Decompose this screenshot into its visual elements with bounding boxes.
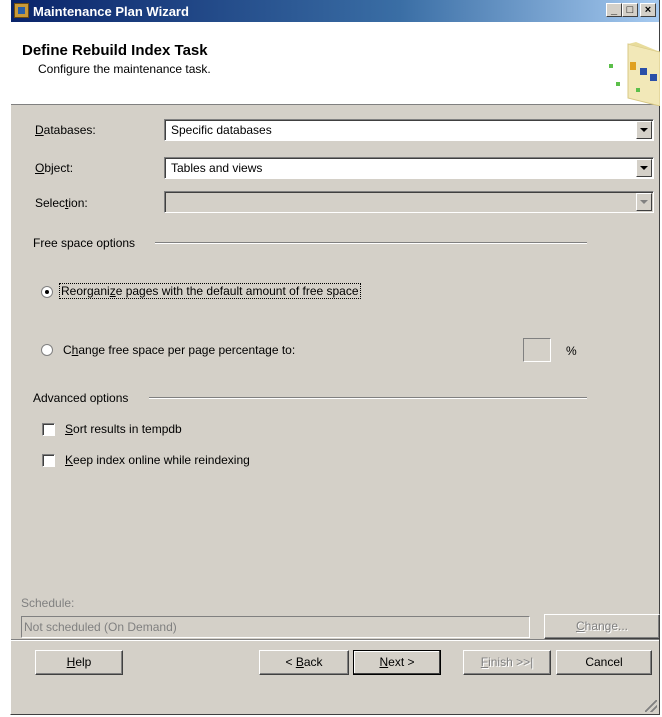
keep-online-label[interactable]: Keep index online while reindexing xyxy=(65,453,250,467)
chevron-down-icon[interactable] xyxy=(636,121,652,139)
page-title: Define Rebuild Index Task xyxy=(22,42,208,59)
title-bar[interactable]: Maintenance Plan Wizard _ □ × xyxy=(11,0,659,22)
percent-symbol: % xyxy=(566,344,577,358)
object-combo[interactable]: Tables and views xyxy=(164,157,654,179)
selection-combo xyxy=(164,191,654,213)
databases-combo[interactable]: Specific databases xyxy=(164,119,654,141)
finish-button: Finish >>| xyxy=(463,650,551,675)
schedule-value: Not scheduled (On Demand) xyxy=(24,620,177,634)
schedule-field: Not scheduled (On Demand) xyxy=(21,616,530,638)
sort-tempdb-checkbox[interactable] xyxy=(42,423,55,436)
databases-label: Databases: xyxy=(35,123,96,137)
change-free-space-label[interactable]: Change free space per page percentage to… xyxy=(63,343,295,357)
reorganize-label[interactable]: Reorganize pages with the default amount… xyxy=(59,283,361,299)
maximize-button[interactable]: □ xyxy=(622,3,638,17)
next-button[interactable]: Next > xyxy=(353,650,441,675)
wizard-header: Define Rebuild Index Task Configure the … xyxy=(11,22,660,106)
chevron-down-icon[interactable] xyxy=(636,159,652,177)
button-separator xyxy=(11,639,659,641)
databases-value: Specific databases xyxy=(171,123,272,137)
chevron-down-icon xyxy=(636,193,652,211)
reorganize-radio[interactable] xyxy=(41,286,53,298)
minimize-button[interactable]: _ xyxy=(606,3,622,17)
page-subtitle: Configure the maintenance task. xyxy=(38,62,211,76)
back-button[interactable]: < Back xyxy=(259,650,349,675)
selection-label: Selection: xyxy=(35,196,88,210)
advanced-group-label: Advanced options xyxy=(33,391,129,405)
wizard-graphic-icon xyxy=(609,42,660,106)
group-divider xyxy=(155,242,587,244)
window-title: Maintenance Plan Wizard xyxy=(33,4,189,19)
change-free-space-radio[interactable] xyxy=(41,344,53,356)
change-schedule-button: Change... xyxy=(544,614,660,639)
help-button[interactable]: Help xyxy=(35,650,123,675)
object-label: Object: xyxy=(35,161,74,175)
free-space-group-label: Free space options xyxy=(33,236,136,250)
keep-online-checkbox[interactable] xyxy=(42,454,55,467)
wizard-window: Maintenance Plan Wizard _ □ × Define Reb… xyxy=(10,0,660,715)
close-button[interactable]: × xyxy=(640,3,656,17)
cancel-button[interactable]: Cancel xyxy=(556,650,652,675)
app-icon xyxy=(14,3,29,18)
sort-tempdb-label[interactable]: Sort results in tempdb xyxy=(65,422,182,436)
group-divider xyxy=(149,397,587,399)
percent-input xyxy=(523,338,551,362)
object-value: Tables and views xyxy=(171,161,263,175)
resize-grip-icon[interactable] xyxy=(645,700,657,712)
schedule-label: Schedule: xyxy=(21,596,75,610)
